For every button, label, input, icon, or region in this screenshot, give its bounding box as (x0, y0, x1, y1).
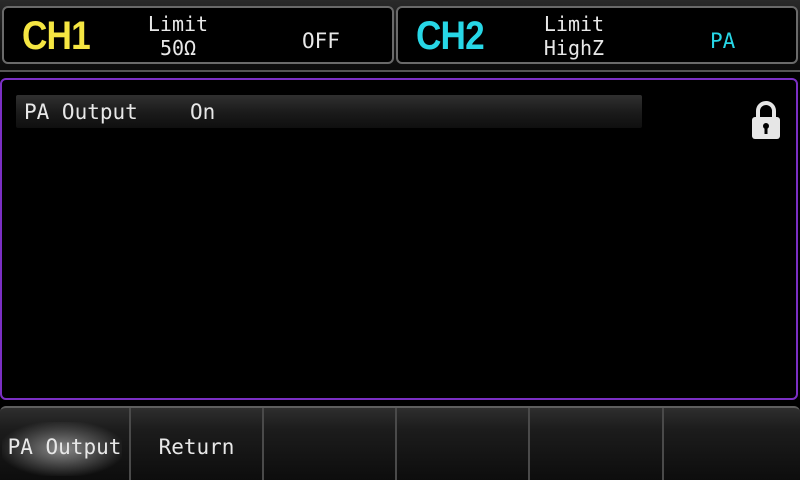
softkey-bar: PA Output Return (0, 406, 800, 480)
softkey-6[interactable] (664, 408, 800, 480)
pa-output-value: On (190, 100, 216, 124)
pa-output-setting-row[interactable]: PA Output On (16, 95, 642, 128)
ch2-limit-value: HighZ (543, 36, 605, 60)
ch2-status-panel[interactable]: CH2 Limit HighZ PA (396, 6, 798, 64)
softkey-5[interactable] (530, 408, 664, 480)
softkey-pa-output[interactable]: PA Output (0, 408, 131, 480)
ch1-output-state: OFF (302, 29, 340, 53)
channel-status-bar: CH1 Limit 50Ω OFF CH2 Limit HighZ PA (0, 0, 800, 72)
softkey-4[interactable] (397, 408, 530, 480)
ch2-output-state: PA (710, 29, 736, 53)
ch2-name: CH2 (416, 14, 485, 58)
softkey-3[interactable] (264, 408, 397, 480)
ch1-limit: Limit 50Ω (138, 12, 218, 60)
ch2-limit: Limit HighZ (536, 12, 612, 60)
ch2-limit-label: Limit (543, 12, 605, 36)
ch1-limit-label: Limit (147, 12, 209, 36)
pa-output-label: PA Output (24, 100, 138, 124)
ch1-name: CH1 (22, 14, 91, 58)
ch1-limit-value: 50Ω (159, 36, 197, 60)
ch1-status-panel[interactable]: CH1 Limit 50Ω OFF (2, 6, 394, 64)
settings-panel: PA Output On (0, 78, 798, 400)
lock-icon (752, 101, 780, 139)
softkey-label: Return (158, 435, 235, 459)
softkey-label: PA Output (7, 435, 122, 459)
softkey-return[interactable]: Return (131, 408, 264, 480)
